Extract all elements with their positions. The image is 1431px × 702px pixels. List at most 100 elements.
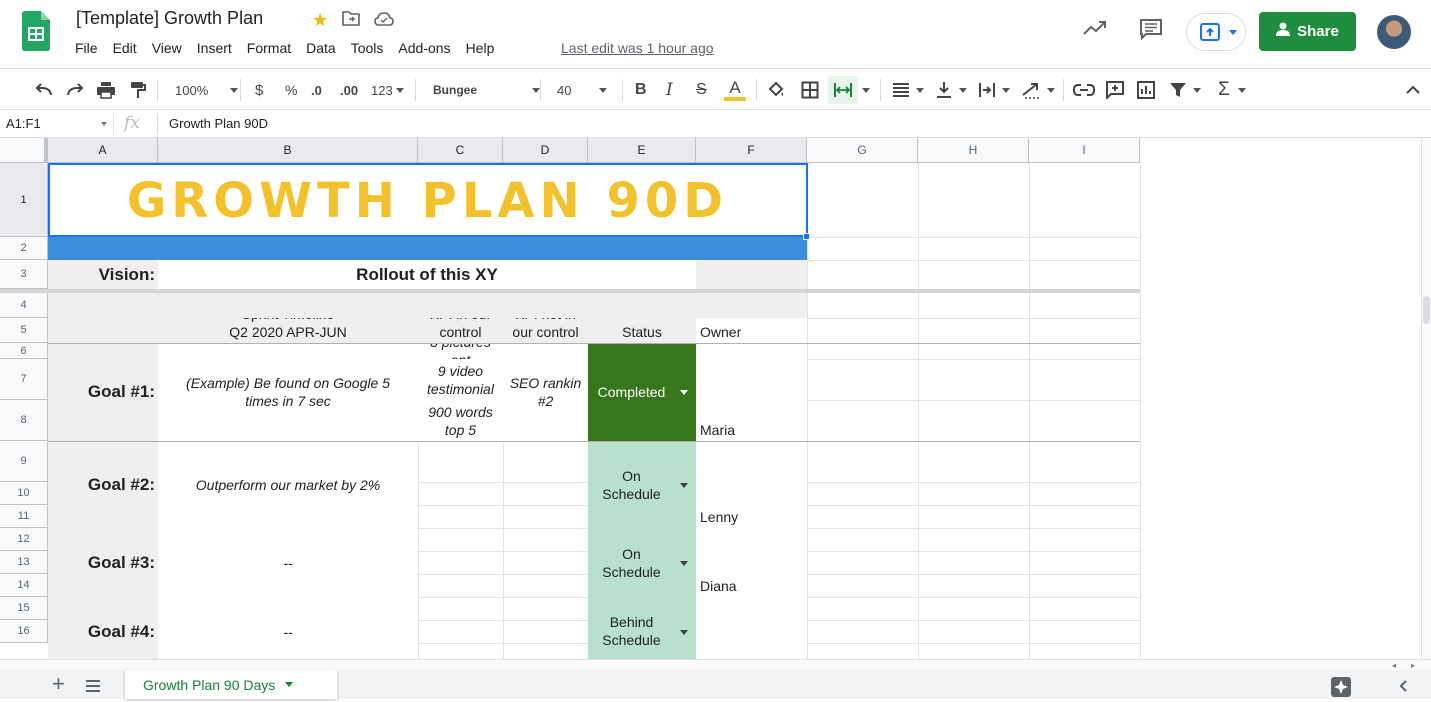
menu-data[interactable]: Data bbox=[306, 40, 336, 56]
select-all-corner[interactable] bbox=[0, 138, 48, 163]
row-header-16[interactable]: 16 bbox=[0, 620, 48, 643]
header-kpi-out[interactable]: KPI not in our control bbox=[503, 318, 588, 343]
insert-comment-icon[interactable] bbox=[1106, 79, 1124, 101]
row-header-4[interactable]: 4 bbox=[0, 293, 48, 318]
fill-color-icon[interactable] bbox=[767, 79, 785, 101]
paint-format-icon[interactable] bbox=[129, 79, 147, 101]
status-dropdown-icon[interactable] bbox=[680, 629, 688, 635]
goal-status-1[interactable]: Completed bbox=[588, 343, 696, 441]
goal-label-2[interactable]: Goal #2: bbox=[48, 441, 158, 528]
row-header-3[interactable]: 3 bbox=[0, 260, 48, 289]
header-blank[interactable] bbox=[48, 318, 158, 343]
row-header-9[interactable]: 9 bbox=[0, 441, 48, 482]
menu-view[interactable]: View bbox=[152, 40, 182, 56]
goal-description-4[interactable]: -- bbox=[158, 597, 418, 659]
row-header-14[interactable]: 14 bbox=[0, 574, 48, 597]
status-dropdown-icon[interactable] bbox=[680, 390, 688, 395]
menu-tools[interactable]: Tools bbox=[351, 40, 384, 56]
row-header-2[interactable]: 2 bbox=[0, 237, 48, 260]
goal-owner-1[interactable]: Maria bbox=[696, 343, 807, 441]
percent-format-button[interactable]: % bbox=[285, 79, 297, 101]
menu-help[interactable]: Help bbox=[466, 40, 495, 56]
horizontal-scrollbar[interactable]: ◂ ▸ bbox=[0, 659, 1431, 670]
comment-history-icon[interactable] bbox=[1139, 18, 1163, 45]
goal-kpi-out-1[interactable]: SEO rankin #2 bbox=[503, 343, 588, 441]
font-family-select[interactable]: Bungee bbox=[433, 79, 541, 101]
explore-icon[interactable] bbox=[1331, 677, 1351, 702]
column-header-a[interactable]: A bbox=[48, 138, 158, 163]
decrease-decimal-button[interactable]: .0 bbox=[311, 79, 322, 101]
column-header-i[interactable]: I bbox=[1029, 138, 1140, 163]
zoom-select[interactable]: 100% bbox=[175, 79, 239, 101]
horizontal-align-icon[interactable] bbox=[892, 79, 924, 101]
star-icon[interactable]: ★ bbox=[312, 10, 328, 30]
goal-owner-3[interactable]: Diana bbox=[696, 528, 807, 597]
collapse-toolbar-icon[interactable] bbox=[1406, 79, 1420, 101]
bold-button[interactable]: B bbox=[635, 79, 647, 101]
undo-icon[interactable] bbox=[34, 79, 54, 101]
row-header-7[interactable]: 7 bbox=[0, 359, 48, 400]
merge-cells-icon[interactable] bbox=[828, 76, 858, 104]
row-header-6[interactable]: 6 bbox=[0, 343, 48, 359]
column-header-g[interactable]: G bbox=[807, 138, 918, 163]
vertical-align-icon[interactable] bbox=[935, 79, 967, 101]
goal-kpi-in-1-2[interactable]: 9 video testimonial bbox=[418, 359, 503, 400]
add-sheet-icon[interactable]: + bbox=[52, 671, 65, 697]
italic-button[interactable]: I bbox=[666, 79, 673, 101]
goal-status-4[interactable]: Behind Schedule bbox=[588, 597, 696, 659]
text-rotation-icon[interactable] bbox=[1021, 79, 1055, 101]
redo-icon[interactable] bbox=[65, 79, 85, 101]
spacer-row[interactable] bbox=[48, 293, 807, 318]
column-header-h[interactable]: H bbox=[918, 138, 1029, 163]
all-sheets-icon[interactable] bbox=[86, 679, 100, 697]
filter-icon[interactable] bbox=[1169, 79, 1187, 101]
header-owner[interactable]: Owner bbox=[696, 318, 807, 343]
filter-views-dropdown[interactable] bbox=[1193, 79, 1201, 101]
vision-empty[interactable] bbox=[696, 260, 807, 289]
goal-status-2[interactable]: On Schedule bbox=[588, 441, 696, 528]
name-box[interactable]: A1:F1 bbox=[6, 116, 41, 131]
header-kpi-in[interactable]: KPI in our control bbox=[418, 318, 503, 343]
row-header-5[interactable]: 5 bbox=[0, 318, 48, 343]
header-sprint[interactable]: Sprint Timeline Q2 2020 APR-JUN bbox=[158, 318, 418, 343]
account-avatar[interactable] bbox=[1377, 15, 1411, 49]
row-header-12[interactable]: 12 bbox=[0, 528, 48, 551]
goal-description-2[interactable]: Outperform our market by 2% bbox=[158, 441, 418, 528]
fill-handle[interactable] bbox=[803, 233, 810, 240]
goal-description-3[interactable]: -- bbox=[158, 528, 418, 597]
menu-edit[interactable]: Edit bbox=[113, 40, 137, 56]
insert-link-icon[interactable] bbox=[1073, 79, 1095, 101]
vision-label[interactable]: Vision: bbox=[48, 260, 158, 289]
growth-plan-title-cell[interactable]: GROWTH PLAN 90D bbox=[48, 164, 807, 237]
chevron-down-icon[interactable] bbox=[285, 682, 294, 687]
goal-kpi-in-1-3[interactable]: 900 words top 5 bbox=[418, 400, 503, 441]
font-size-select[interactable]: 40 bbox=[557, 79, 608, 101]
insert-chart-icon[interactable] bbox=[1137, 79, 1155, 101]
strikethrough-button[interactable]: S bbox=[696, 79, 707, 101]
merge-options-dropdown[interactable] bbox=[862, 79, 870, 101]
blue-band[interactable] bbox=[48, 237, 807, 260]
row-header-10[interactable]: 10 bbox=[0, 482, 48, 505]
goal-label-1[interactable]: Goal #1: bbox=[48, 343, 158, 441]
collapse-side-panel-icon[interactable] bbox=[1398, 679, 1408, 697]
goal-label-4[interactable]: Goal #4: bbox=[48, 597, 158, 659]
borders-icon[interactable] bbox=[801, 79, 819, 101]
column-header-d[interactable]: D bbox=[503, 138, 588, 163]
increase-decimal-button[interactable]: .00 bbox=[340, 79, 358, 101]
menu-format[interactable]: Format bbox=[247, 40, 291, 56]
menu-file[interactable]: File bbox=[75, 40, 98, 56]
column-header-c[interactable]: C bbox=[418, 138, 503, 163]
row-header-8[interactable]: 8 bbox=[0, 400, 48, 441]
goal-kpi-in-1-1[interactable]: 8 pictures opt bbox=[418, 343, 503, 359]
sheets-logo-icon[interactable] bbox=[22, 11, 50, 51]
goal-owner-4[interactable] bbox=[696, 597, 807, 659]
menu-addons[interactable]: Add-ons bbox=[398, 40, 450, 56]
row-header-11[interactable]: 11 bbox=[0, 505, 48, 528]
move-to-folder-icon[interactable] bbox=[342, 10, 360, 30]
print-icon[interactable] bbox=[96, 79, 116, 101]
column-header-f[interactable]: F bbox=[696, 138, 807, 163]
present-button[interactable] bbox=[1186, 13, 1246, 51]
goal-owner-2[interactable]: Lenny bbox=[696, 441, 807, 528]
goal-description-1[interactable]: (Example) Be found on Google 5 times in … bbox=[158, 343, 418, 441]
share-button[interactable]: Share bbox=[1259, 12, 1356, 51]
